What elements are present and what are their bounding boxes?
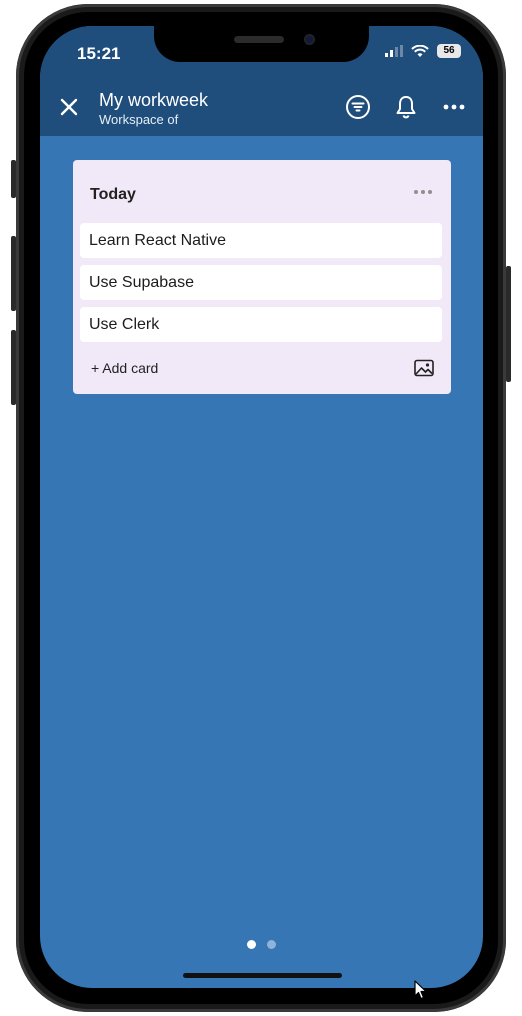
status-icons: 56 — [385, 44, 461, 58]
more-horizontal-icon[interactable] — [441, 94, 467, 120]
card-item[interactable]: Use Clerk — [80, 307, 442, 342]
close-icon[interactable] — [58, 96, 80, 118]
card-item[interactable]: Use Supabase — [80, 265, 442, 300]
earpiece-speaker — [234, 36, 284, 43]
mouse-cursor-icon — [414, 980, 427, 1000]
board-subtitle: Workspace of — [99, 112, 179, 127]
battery-indicator: 56 — [437, 44, 461, 58]
filter-icon[interactable] — [345, 94, 371, 120]
power-button — [506, 266, 511, 382]
page-dot-active[interactable] — [247, 940, 256, 949]
page-dot[interactable] — [267, 940, 276, 949]
list-more-icon[interactable] — [414, 190, 432, 194]
page-indicator — [247, 940, 276, 949]
board-title: My workweek — [99, 90, 209, 110]
bell-icon[interactable] — [393, 94, 419, 120]
camera-notch — [154, 26, 369, 62]
list-today: Today Learn React Native Use Supabase Us… — [73, 160, 451, 394]
app-screen: 15:21 56 My workweek Workspace of Today … — [40, 26, 483, 988]
list-title: Today — [90, 186, 136, 203]
home-indicator[interactable] — [183, 973, 342, 978]
card-item[interactable]: Learn React Native — [80, 223, 442, 258]
signal-icon — [385, 45, 403, 57]
add-card-button[interactable]: + Add card — [91, 360, 158, 376]
status-time: 15:21 — [77, 44, 121, 63]
image-icon[interactable] — [414, 359, 434, 377]
front-camera — [304, 34, 315, 45]
wifi-icon — [411, 44, 429, 57]
